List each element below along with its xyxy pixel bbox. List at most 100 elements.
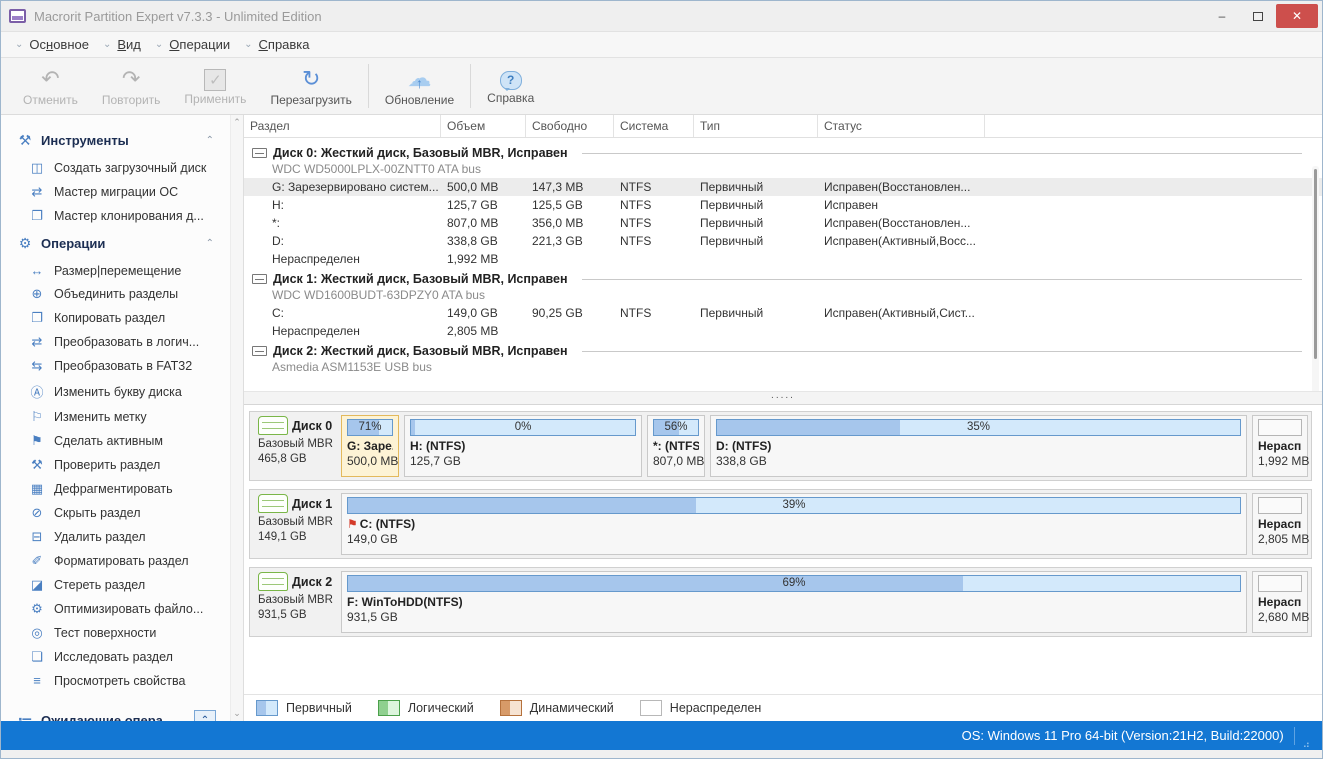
sidebar-item[interactable]: ⇄Мастер миграции ОС xyxy=(15,180,230,204)
partition-block[interactable]: 35%D: (NTFS)338,8 GB xyxy=(710,415,1247,477)
delete-partition-icon: ⊟ xyxy=(29,529,45,545)
sidebar-item[interactable]: ◎Тест поверхности xyxy=(15,621,230,645)
legend-item: Нераспределен xyxy=(640,700,762,716)
partition-block[interactable]: 0%H: (NTFS)125,7 GB xyxy=(404,415,642,477)
sidebar-item[interactable]: ⒶИзменить букву диска xyxy=(15,378,230,405)
scroll-up-icon[interactable]: ⌃ xyxy=(233,117,241,128)
partition-block[interactable]: 69%F: WinToHDD(NTFS)931,5 GB xyxy=(341,571,1247,633)
disk-collapse-icon[interactable] xyxy=(252,148,267,158)
minimize-button[interactable]: – xyxy=(1204,4,1240,28)
sidebar-item[interactable]: ❏Исследовать раздел xyxy=(15,645,230,669)
sidebar-item[interactable]: ⊘Скрыть раздел xyxy=(15,501,230,525)
menu-2-item[interactable]: ⌄Вид xyxy=(101,37,151,52)
sidebar-item[interactable]: ⚐Изменить метку xyxy=(15,405,230,429)
sidebar-item-label: Дефрагментировать xyxy=(54,482,173,496)
chevron-up-icon[interactable]: ⌃ xyxy=(206,238,214,249)
close-button[interactable]: ✕ xyxy=(1276,4,1318,28)
partition-label: Нерасп... xyxy=(1258,517,1302,531)
sidebar-item-label: Исследовать раздел xyxy=(54,650,173,664)
table-scrollbar-thumb[interactable] xyxy=(1314,169,1317,359)
format-partition-icon: ✐ xyxy=(29,553,45,569)
sidebar-item[interactable]: ⇄Преобразовать в логич... xyxy=(15,330,230,354)
maximize-button[interactable] xyxy=(1240,4,1276,28)
partition-block[interactable]: 71%G: Заре...500,0 MB xyxy=(341,415,399,477)
chevron-up-icon[interactable]: ⌃ xyxy=(206,135,214,146)
sidebar-item[interactable]: ⊟Удалить раздел xyxy=(15,525,230,549)
menu-label: Операции xyxy=(169,37,230,52)
column-header[interactable]: Раздел xyxy=(244,115,441,137)
partition-size: 2,680 MB xyxy=(1258,610,1302,624)
column-header[interactable]: Объем xyxy=(441,115,526,137)
sidebar-item[interactable]: ≡Просмотреть свойства xyxy=(15,669,230,692)
sidebar-section-operations[interactable]: ⚙Операции⌃ xyxy=(15,228,230,259)
usage-percent: 35% xyxy=(717,421,1240,433)
sidebar-item[interactable]: ◪Стереть раздел xyxy=(15,573,230,597)
menu-4-item[interactable]: ⌄Справка xyxy=(242,37,319,52)
table-row[interactable]: G: Зарезервировано систем...500,0 MB147,… xyxy=(244,178,1322,196)
splitter-handle[interactable]: ..... xyxy=(244,391,1322,405)
reload-button[interactable]: ↻Перезагрузить xyxy=(258,58,363,114)
table-row[interactable]: *:807,0 MB356,0 MBNTFSПервичныйИсправен(… xyxy=(244,214,1322,232)
sidebar-item[interactable]: ◫Создать загрузочный диск xyxy=(15,156,230,180)
sidebar-item[interactable]: ⚙Оптимизировать файло... xyxy=(15,597,230,621)
sidebar-item[interactable]: ⚒Проверить раздел xyxy=(15,453,230,477)
unallocated-block[interactable]: Нерасп...2,680 MB xyxy=(1252,571,1308,633)
help-button[interactable]: ?Справка xyxy=(475,58,546,114)
scroll-down-icon[interactable]: ⌄ xyxy=(233,708,241,719)
disk-model: WDC WD1600BUDT-63DPZY0 ATA bus xyxy=(244,287,1322,304)
cell: Первичный xyxy=(694,216,818,230)
table-row[interactable]: Нераспределен2,805 MB xyxy=(244,322,1322,340)
table-scrollbar[interactable] xyxy=(1312,166,1319,391)
column-header[interactable]: Свободно xyxy=(526,115,614,137)
sidebar-item[interactable]: ▦Дефрагментировать xyxy=(15,477,230,501)
disk-collapse-icon[interactable] xyxy=(252,346,267,356)
disk-group-header[interactable]: Диск 1: Жесткий диск, Базовый MBR, Испра… xyxy=(244,268,1322,287)
table-row[interactable]: D:338,8 GB221,3 GBNTFSПервичныйИсправен(… xyxy=(244,232,1322,250)
table-row[interactable]: C:149,0 GB90,25 GBNTFSПервичныйИсправен(… xyxy=(244,304,1322,322)
chevron-down-icon: ⌄ xyxy=(15,39,23,50)
hard-drive-icon xyxy=(258,494,288,513)
usage-percent: 56% xyxy=(654,421,698,433)
group-divider-line xyxy=(582,351,1302,352)
column-header[interactable] xyxy=(985,115,1322,137)
sidebar-item[interactable]: ↔Размер|перемещение xyxy=(15,259,230,282)
usage-bar: 69% xyxy=(347,575,1241,592)
partition-block[interactable]: 56%*: (NTFS)807,0 MB xyxy=(647,415,705,477)
menu-label: Основное xyxy=(29,37,89,52)
unallocated-block[interactable]: Нерасп...2,805 MB xyxy=(1252,493,1308,555)
column-header[interactable]: Система xyxy=(614,115,694,137)
sidebar-item[interactable]: ⇆ Преобразовать в FAT32 xyxy=(15,354,230,378)
disk-group-header[interactable]: Диск 0: Жесткий диск, Базовый MBR, Испра… xyxy=(244,142,1322,161)
unallocated-block[interactable]: Нерасп...1,992 MB xyxy=(1252,415,1308,477)
pending-operations[interactable]: ≔Ожидающие опера...⌃ xyxy=(15,700,230,721)
pending-collapse-button[interactable]: ⌃ xyxy=(194,710,216,721)
sidebar-item[interactable]: ❐Мастер клонирования д... xyxy=(15,204,230,228)
convert-fat32-icon: ⇆ xyxy=(29,358,45,374)
sidebar-item-label: Преобразовать в FAT32 xyxy=(54,359,192,373)
undo-button: ↶Отменить xyxy=(11,58,90,114)
table-row[interactable]: Нераспределен1,992 MB xyxy=(244,250,1322,268)
table-row[interactable]: H:125,7 GB125,5 GBNTFSПервичныйИсправен xyxy=(244,196,1322,214)
maximize-icon xyxy=(1253,12,1263,21)
sidebar-scrollbar[interactable]: ⌃ ⌄ xyxy=(230,115,243,721)
sidebar-section-tools[interactable]: ⚒Инструменты⌃ xyxy=(15,125,230,156)
update-cloud-button[interactable]: ☁↑Обновление xyxy=(373,58,466,114)
usage-bar xyxy=(1258,575,1302,592)
column-header[interactable]: Статус xyxy=(818,115,985,137)
partition-block[interactable]: 39%⚑C: (NTFS)149,0 GB xyxy=(341,493,1247,555)
sidebar-item-label: Тест поверхности xyxy=(54,626,156,640)
redo-button: ↷Повторить xyxy=(90,58,173,114)
disk-group-header[interactable]: Диск 2: Жесткий диск, Базовый MBR, Испра… xyxy=(244,340,1322,359)
sidebar-item[interactable]: ❐Копировать раздел xyxy=(15,306,230,330)
menu-1-item[interactable]: ⌄ Основное xyxy=(13,37,99,52)
sidebar-item[interactable]: ⚑Сделать активным xyxy=(15,429,230,453)
sidebar-item[interactable]: ✐Форматировать раздел xyxy=(15,549,230,573)
cell: G: Зарезервировано систем... xyxy=(244,180,441,194)
column-header[interactable]: Тип xyxy=(694,115,818,137)
menu-3-item[interactable]: ⌄Операции xyxy=(153,37,240,52)
usage-bar: 71% xyxy=(347,419,393,436)
disk-panel-1: Диск 1Базовый MBR149,1 GB39%⚑C: (NTFS)14… xyxy=(249,489,1312,559)
sidebar-item[interactable]: ⊕Объединить разделы xyxy=(15,282,230,306)
disk-collapse-icon[interactable] xyxy=(252,274,267,284)
resize-grip[interactable]: ⣠ xyxy=(1303,737,1310,748)
